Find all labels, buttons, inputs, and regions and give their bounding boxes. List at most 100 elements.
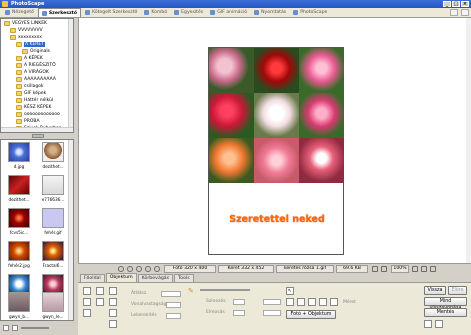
folder-icon xyxy=(10,28,16,33)
folder-icon xyxy=(16,91,22,96)
tree-item[interactable]: A KERET xyxy=(16,41,46,48)
thumbnail-item[interactable]: Fractal6... xyxy=(37,241,69,272)
send-back-icon[interactable] xyxy=(330,298,338,306)
tab-page[interactable]: Kombó xyxy=(141,8,170,17)
thumbnail-image xyxy=(42,292,64,312)
tab-home[interactable]: Főoldal xyxy=(80,274,105,282)
line-icon[interactable] xyxy=(96,287,104,295)
align-center-icon[interactable] xyxy=(297,298,305,306)
tree-item[interactable]: A VIRÁGOK xyxy=(16,69,49,76)
tree-item[interactable]: GIF képek xyxy=(16,90,46,97)
thumbnail-item[interactable]: dezithet... xyxy=(3,175,35,206)
thumbnail-item[interactable]: gwyn_b... xyxy=(3,292,35,320)
close-button[interactable]: × xyxy=(461,1,469,7)
color-picker-icon[interactable]: ✎ xyxy=(188,287,196,295)
tree-item[interactable]: VVVVVVVV xyxy=(10,27,43,34)
tab-print[interactable]: Nyomtatás xyxy=(251,8,289,17)
arrow-icon[interactable] xyxy=(109,287,117,295)
rotate-left-icon[interactable] xyxy=(118,266,124,272)
info-icon[interactable] xyxy=(145,266,151,272)
thumbnail-item[interactable]: fehér.gif xyxy=(37,208,69,239)
thumbnail-item[interactable]: fcvs5ic... xyxy=(3,208,35,239)
photo-object-button[interactable]: Fotó + Objektum xyxy=(286,310,336,319)
text-tool-icon[interactable] xyxy=(96,298,104,306)
tree-item[interactable]: xxxxxxxxx xyxy=(10,34,42,41)
thumbnail-item[interactable]: gwyn_le... xyxy=(37,292,69,320)
flip-icon[interactable] xyxy=(136,266,142,272)
pointer-icon[interactable]: ↖ xyxy=(286,287,294,295)
rounding-field[interactable] xyxy=(166,313,181,319)
tab-tools[interactable]: Tools xyxy=(174,274,194,282)
bring-front-icon[interactable] xyxy=(319,298,327,306)
tree-item[interactable]: Originals xyxy=(22,48,50,55)
redo-button[interactable]: Előre xyxy=(448,286,467,295)
align-right-icon[interactable] xyxy=(308,298,316,306)
align-left-icon[interactable] xyxy=(286,298,294,306)
thumbnail-size-slider[interactable] xyxy=(21,327,49,329)
tab-object[interactable]: Objektum xyxy=(105,273,137,282)
circle-icon[interactable] xyxy=(109,309,117,317)
status-bar: Fotó 320 x 400 Keret 332 x 452 keretes r… xyxy=(78,263,471,273)
help-icon[interactable] xyxy=(450,9,458,16)
photo-object-icon[interactable] xyxy=(83,287,91,295)
blur-dropdown[interactable] xyxy=(263,310,281,316)
tab-photoscape[interactable]: PhotoScape xyxy=(290,8,330,17)
undo-all-button[interactable]: Mind visszavonása xyxy=(424,297,467,311)
line-width-field[interactable] xyxy=(166,302,181,308)
settings-icon[interactable] xyxy=(461,9,469,16)
thumbnail-list[interactable]: d.jpg dezithet... dezithet... e776636...… xyxy=(0,139,74,321)
fit-icon[interactable] xyxy=(412,266,418,272)
tab-combine[interactable]: Egyesítés xyxy=(171,8,206,17)
tab-viewer[interactable]: Nézegető xyxy=(2,8,37,17)
editor-canvas[interactable]: Szeretettel neked xyxy=(78,18,471,263)
splitter-handle[interactable] xyxy=(32,134,44,138)
tree-item[interactable]: VEGYES LINKEK xyxy=(4,20,47,27)
undo-button[interactable]: Vissza xyxy=(424,286,446,295)
balloon-icon[interactable] xyxy=(83,309,91,317)
folder-icon xyxy=(16,63,22,68)
folder-tree[interactable]: VEGYES LINKEK VVVVVVVV xxxxxxxxx A KERET… xyxy=(0,18,74,133)
opacity-field[interactable] xyxy=(161,291,181,297)
tab-gif-animation[interactable]: GIF animáció xyxy=(207,8,250,17)
sort-icon[interactable] xyxy=(12,325,18,331)
view-icon[interactable] xyxy=(3,325,9,331)
tree-item[interactable]: AAAAAAAAAA xyxy=(16,76,56,83)
thumbnail-item[interactable]: e776636... xyxy=(37,175,69,206)
tree-item[interactable]: ooooooooooooo xyxy=(16,111,60,118)
star-icon[interactable] xyxy=(109,320,117,328)
tree-item[interactable]: A RIEGÉSZITŐ xyxy=(16,62,56,69)
thumbnail-scrollbar[interactable] xyxy=(68,140,73,320)
tree-item[interactable]: Háttér nélkül xyxy=(16,97,53,104)
rotate-right-icon[interactable] xyxy=(127,266,133,272)
tab-editor[interactable]: Szerkesztő xyxy=(37,8,82,17)
zoom-level[interactable]: 100% xyxy=(391,265,409,273)
thumbnail-item[interactable]: d.jpg xyxy=(3,142,35,173)
tree-item[interactable]: csillagok xyxy=(16,83,44,90)
thumbnail-item[interactable]: fehér2.jpg xyxy=(3,241,35,272)
zoom-in-icon[interactable] xyxy=(381,266,387,272)
save-button[interactable]: Mentés xyxy=(424,308,467,317)
rectangle-icon[interactable] xyxy=(109,298,117,306)
menu-icon[interactable] xyxy=(435,320,443,328)
zoom-out-icon[interactable] xyxy=(372,266,378,272)
tree-horizontal-scrollbar[interactable] xyxy=(1,127,73,132)
minimize-button[interactable]: _ xyxy=(443,1,451,7)
thumbnail-item[interactable]: dezithet... xyxy=(37,142,69,173)
tab-batch-editor[interactable]: Kötegelt Szerkesztő xyxy=(82,8,140,17)
open-icon[interactable] xyxy=(154,266,160,272)
color-slider[interactable] xyxy=(200,289,250,291)
fullscreen-icon[interactable] xyxy=(430,266,436,272)
colorize-dropdown[interactable] xyxy=(263,299,281,305)
tree-item[interactable]: KÉSZ KÉPEK xyxy=(16,104,51,111)
maximize-button[interactable]: □ xyxy=(452,1,460,7)
tree-item[interactable]: A KÉPEK xyxy=(16,55,43,62)
text-icon[interactable] xyxy=(83,298,91,306)
canvas-scrollbar[interactable] xyxy=(466,18,471,263)
tab-crop[interactable]: Körbevágás xyxy=(137,274,174,282)
tree-vertical-scrollbar[interactable] xyxy=(68,19,73,132)
colorize-field[interactable] xyxy=(233,299,245,305)
tree-item[interactable]: PROBA xyxy=(16,118,40,125)
print-icon[interactable] xyxy=(424,320,432,328)
blur-field[interactable] xyxy=(233,310,245,316)
actual-size-icon[interactable] xyxy=(421,266,427,272)
